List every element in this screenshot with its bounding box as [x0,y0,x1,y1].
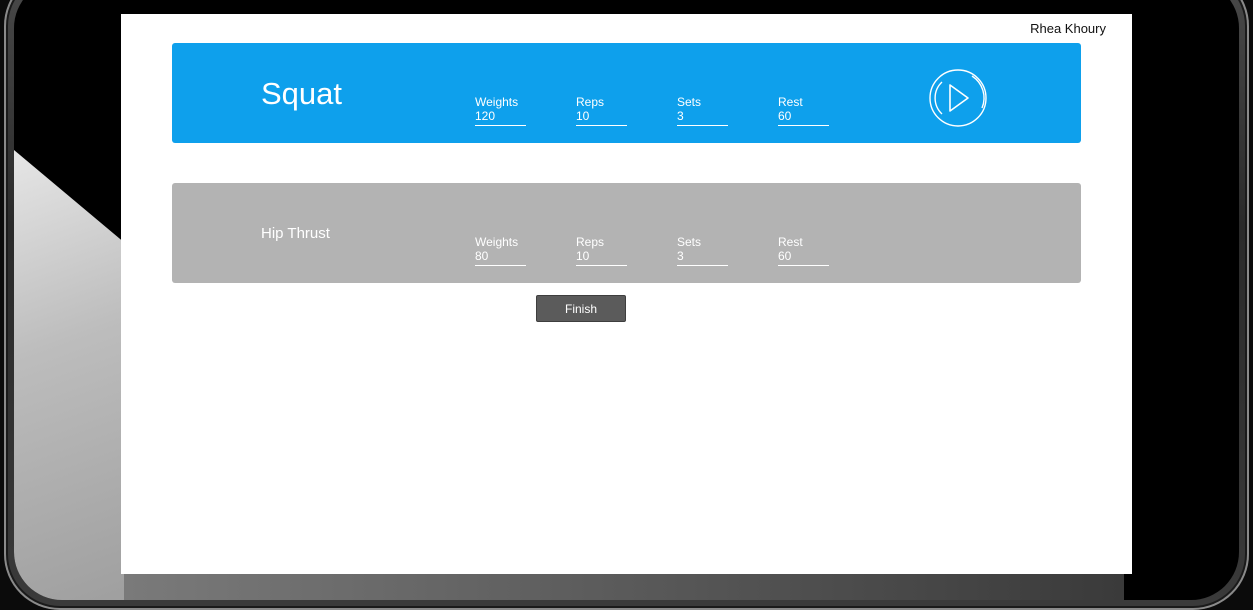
weights-value[interactable]: 120 [475,109,526,126]
app-screen: Rhea Khoury Squat Weights 120 Reps 10 Se… [121,14,1132,574]
reps-field[interactable]: Reps 10 [576,235,627,266]
sets-value[interactable]: 3 [677,249,728,266]
rest-label: Rest [778,95,803,109]
play-button[interactable] [928,64,990,130]
exercise-title: Squat [261,76,343,111]
finish-button[interactable]: Finish [536,295,626,322]
sets-value[interactable]: 3 [677,109,728,126]
exercise-title: Hip Thrust [261,225,330,242]
sets-label: Sets [677,235,702,249]
reps-value[interactable]: 10 [576,249,627,266]
weights-field[interactable]: Weights 120 [475,95,526,126]
rest-field[interactable]: Rest 60 [778,235,829,266]
exercise-card-hip-thrust[interactable]: Hip Thrust Weights 80 Reps 10 Sets 3 Res… [172,183,1081,283]
rest-field[interactable]: Rest 60 [778,95,829,126]
play-icon [929,69,987,127]
sets-label: Sets [677,95,702,109]
rest-label: Rest [778,235,803,249]
reps-value[interactable]: 10 [576,109,627,126]
reps-label: Reps [576,95,605,109]
weights-field[interactable]: Weights 80 [475,235,526,266]
rest-value[interactable]: 60 [778,109,829,126]
weights-label: Weights [475,235,519,249]
weights-label: Weights [475,95,519,109]
sets-field[interactable]: Sets 3 [677,95,728,126]
exercise-card-squat[interactable]: Squat Weights 120 Reps 10 Sets 3 Rest 60 [172,43,1081,143]
reps-field[interactable]: Reps 10 [576,95,627,126]
reps-label: Reps [576,235,605,249]
weights-value[interactable]: 80 [475,249,526,266]
user-name: Rhea Khoury [1030,21,1106,36]
rest-value[interactable]: 60 [778,249,829,266]
sets-field[interactable]: Sets 3 [677,235,728,266]
